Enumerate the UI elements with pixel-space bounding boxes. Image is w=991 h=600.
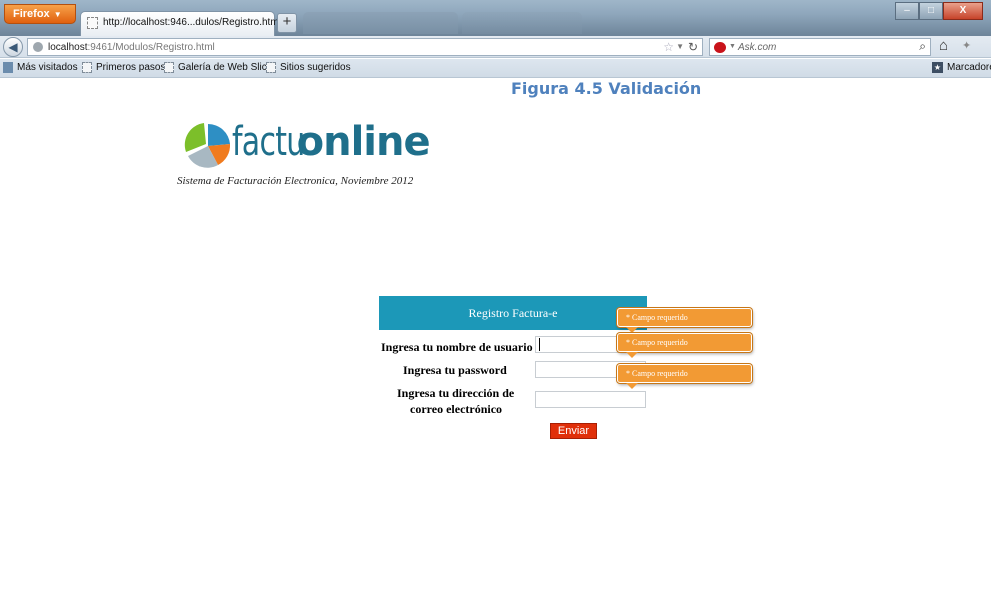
bookmark-label: Galería de Web Slice (178, 62, 273, 73)
form-title-bar: Registro Factura-e (379, 296, 647, 330)
page-icon (266, 62, 276, 73)
engine-dropdown-icon[interactable]: ▼ (729, 43, 736, 50)
url-text: localhost:9461/Modulos/Registro.html (48, 42, 215, 53)
addon-icon[interactable]: ✦ (962, 39, 971, 52)
firefox-menu-label: Firefox (13, 8, 50, 20)
bookmarks-toolbar: Más visitados Primeros pasos Galería de … (0, 59, 991, 78)
page-icon (82, 62, 92, 73)
reload-icon[interactable]: ↻ (688, 40, 698, 54)
browser-window: Firefox ▼ http://localhost:946...dulos/Re… (0, 0, 991, 600)
bookmark-primeros-pasos[interactable]: Primeros pasos (82, 62, 165, 73)
ask-engine-icon[interactable] (714, 42, 726, 53)
history-dropdown-icon[interactable]: ▼ (676, 42, 684, 51)
url-host: localhost (48, 42, 88, 53)
bookmark-mas-visitados[interactable]: Más visitados (3, 62, 78, 73)
submit-button[interactable]: Enviar (550, 423, 597, 439)
bookmark-sitios-sugeridos[interactable]: Sitios sugeridos (266, 62, 351, 73)
search-icon[interactable]: ⌕ (919, 39, 926, 54)
address-bar[interactable]: localhost:9461/Modulos/Registro.html ☆ ▼… (27, 38, 703, 56)
error-text: * Campo requerido (626, 369, 688, 378)
bookmark-label: Más visitados (17, 62, 78, 73)
folder-icon (3, 62, 13, 73)
title-bar: Firefox ▼ http://localhost:946...dulos/Re… (0, 0, 991, 36)
email-error-tooltip[interactable]: * Campo requerido (617, 364, 752, 389)
form-title: Registro Factura-e (468, 306, 558, 320)
background-window-tab[interactable] (303, 12, 458, 34)
factuonline-logo: factuonline (184, 118, 454, 173)
search-box[interactable]: ▼ Ask.com ⌕ (709, 38, 931, 56)
new-tab-button[interactable]: + (277, 13, 297, 33)
search-placeholder: Ask.com (738, 42, 777, 53)
error-text: * Campo requerido (626, 338, 688, 347)
figure-caption: Figura 4.5 Validación (511, 79, 702, 98)
bookmark-web-slice[interactable]: Galería de Web Slice (164, 62, 272, 73)
email-label-line2: correo electrónico (410, 402, 503, 416)
bookmark-star-icon[interactable]: ☆ (663, 40, 674, 54)
dropdown-arrow-icon: ▼ (53, 10, 62, 19)
tooltip-arrow (626, 383, 638, 389)
logo-wordmark: factuonline (232, 118, 431, 166)
username-error-tooltip[interactable]: * Campo requerido (617, 308, 752, 333)
logo-text-bold: online (296, 119, 431, 165)
page-icon (87, 17, 98, 29)
background-window-tab[interactable] (462, 12, 582, 34)
home-icon[interactable]: ⌂ (939, 37, 948, 54)
logo-text-light: factu (232, 119, 305, 165)
back-arrow-icon[interactable]: ◀ (3, 37, 23, 57)
bookmarks-star-icon: ★ (932, 62, 943, 73)
bookmarks-menu-button[interactable]: ★ Marcadores (932, 62, 991, 73)
tab-title: http://localhost:946...dulos/Registro.ht… (103, 17, 281, 28)
firefox-menu-button[interactable]: Firefox ▼ (4, 4, 76, 24)
email-label-line1: Ingresa tu dirección de (397, 386, 515, 400)
email-field[interactable] (535, 391, 646, 408)
error-text: * Campo requerido (626, 313, 688, 322)
maximize-button[interactable]: □ (919, 2, 943, 20)
bookmark-label: Primeros pasos (96, 62, 166, 73)
tooltip-arrow (626, 352, 638, 358)
window-controls: – □ X (895, 2, 983, 20)
bookmarks-menu-label: Marcadores (947, 62, 991, 73)
url-path: :9461/Modulos/Registro.html (87, 42, 215, 53)
close-button[interactable]: X (943, 2, 983, 20)
minimize-button[interactable]: – (895, 2, 919, 20)
navigation-bar: ◀ localhost:9461/Modulos/Registro.html ☆… (0, 36, 991, 58)
text-cursor (539, 338, 540, 351)
bookmark-label: Sitios sugeridos (280, 62, 351, 73)
username-label: Ingresa tu nombre de usuario (381, 340, 533, 354)
password-label: Ingresa tu password (403, 363, 507, 377)
pie-chart-logo-icon (184, 123, 231, 168)
page-icon (164, 62, 174, 73)
password-error-tooltip[interactable]: * Campo requerido (617, 333, 752, 358)
site-subtitle: Sistema de Facturación Electronica, Novi… (177, 175, 414, 187)
browser-tab[interactable]: http://localhost:946...dulos/Registro.ht… (80, 11, 281, 36)
globe-icon (33, 42, 43, 52)
